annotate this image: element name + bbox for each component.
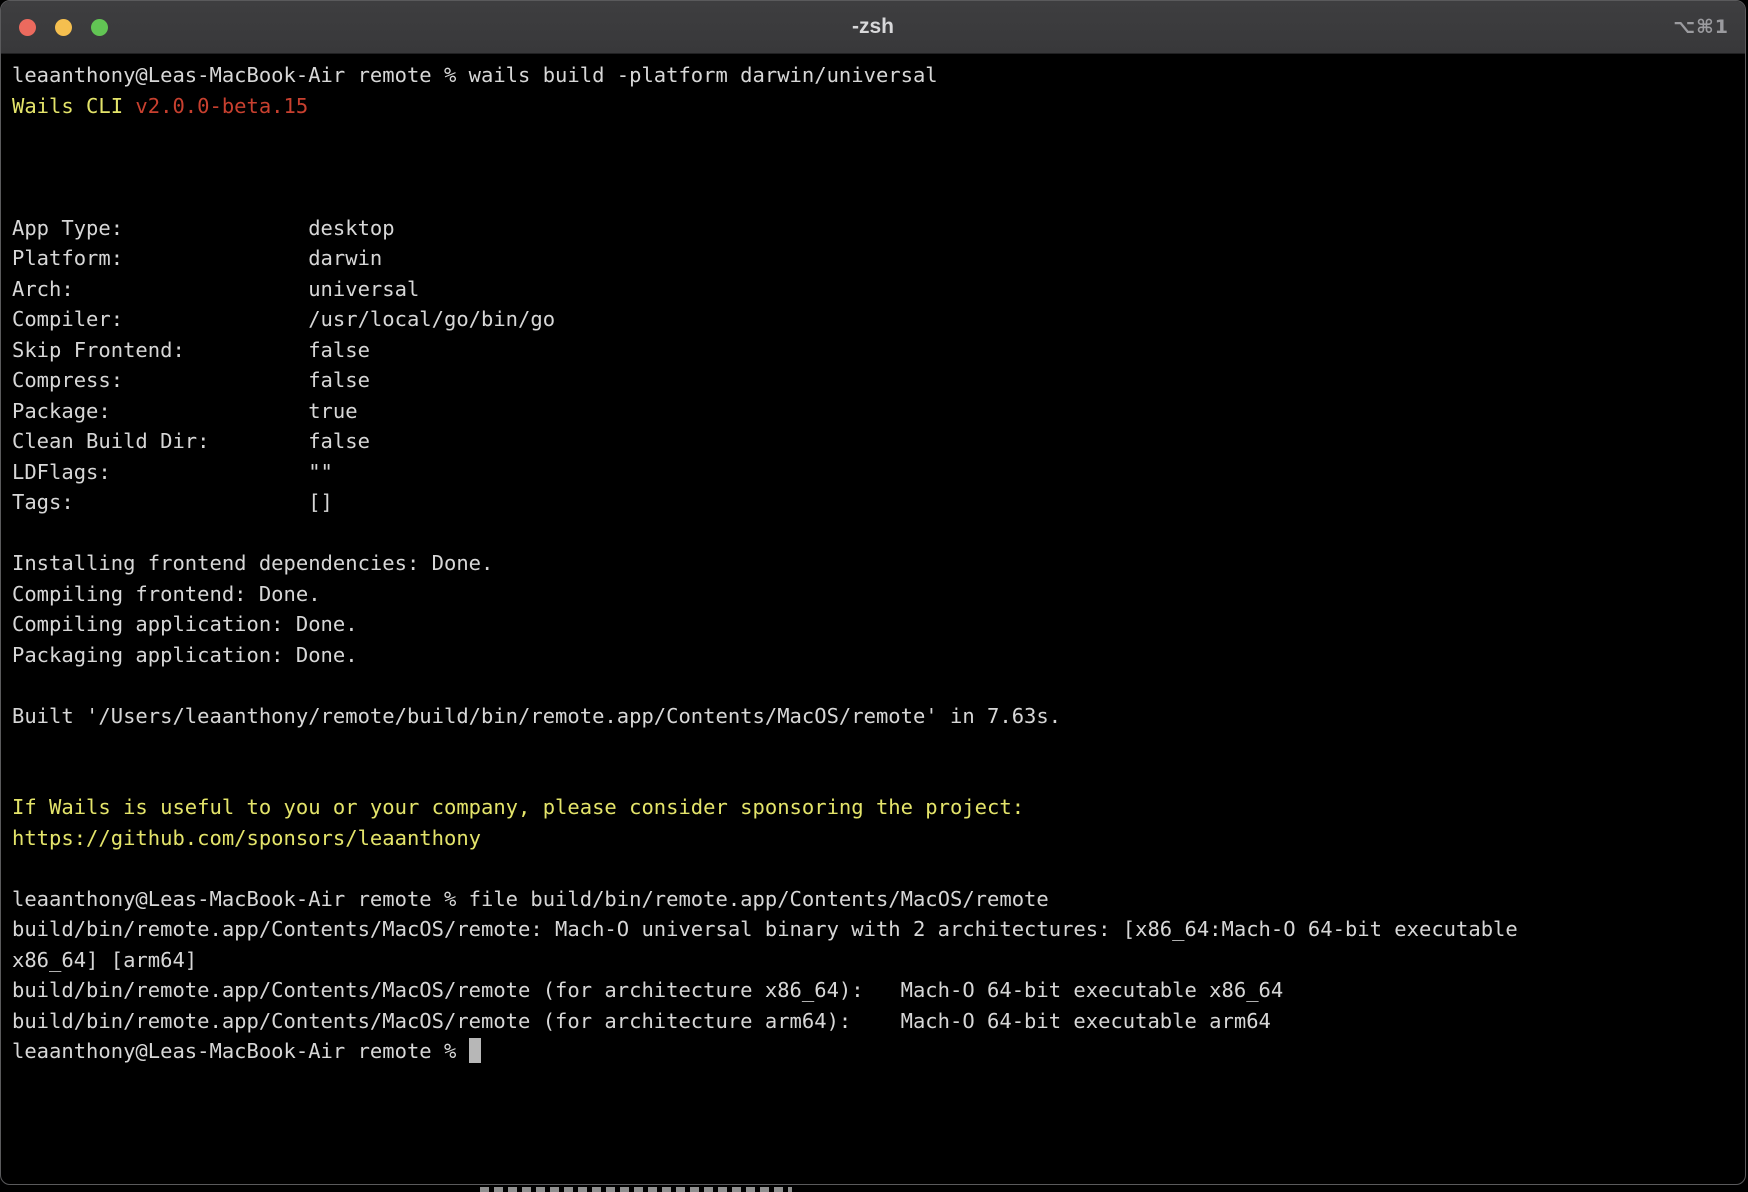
minimize-button[interactable]	[55, 19, 72, 36]
terminal-line: Installing frontend dependencies: Done.	[12, 548, 1745, 579]
zoom-button[interactable]	[91, 19, 108, 36]
terminal-text-segment: Tags: []	[12, 490, 333, 514]
terminal-line: https://github.com/sponsors/leaanthony	[12, 823, 1745, 854]
terminal-line: Compiling application: Done.	[12, 609, 1745, 640]
terminal-text-segment: Compiling application: Done.	[12, 612, 358, 636]
terminal-text-segment: Compiler: /usr/local/go/bin/go	[12, 307, 555, 331]
terminal-line: Tags: []	[12, 487, 1745, 518]
terminal-cursor	[469, 1038, 481, 1063]
terminal-window: -zsh ⌥⌘1 leaanthony@Leas-MacBook-Air rem…	[0, 0, 1746, 1185]
title-bar[interactable]: -zsh ⌥⌘1	[1, 1, 1745, 54]
terminal-text-segment: Packaging application: Done.	[12, 643, 358, 667]
terminal-line: x86_64] [arm64]	[12, 945, 1745, 976]
terminal-text-segment: build/bin/remote.app/Contents/MacOS/remo…	[12, 917, 1518, 941]
terminal-text-segment: v2.0.0-beta.15	[135, 94, 308, 118]
terminal-text-segment: build/bin/remote.app/Contents/MacOS/remo…	[12, 978, 1283, 1002]
terminal-text-segment: Compiling frontend: Done.	[12, 582, 321, 606]
terminal-line: leaanthony@Leas-MacBook-Air remote % wai…	[12, 60, 1745, 91]
terminal-line: If Wails is useful to you or your compan…	[12, 792, 1745, 823]
terminal-line: build/bin/remote.app/Contents/MacOS/remo…	[12, 914, 1745, 945]
terminal-text-segment: Skip Frontend: false	[12, 338, 370, 362]
terminal-text-segment: If Wails is useful to you or your compan…	[12, 795, 1024, 819]
window-title: -zsh	[1, 15, 1745, 39]
terminal-text-segment: Installing frontend dependencies: Done.	[12, 551, 493, 575]
background-window-sliver	[480, 1187, 792, 1192]
terminal-line: LDFlags: ""	[12, 457, 1745, 488]
terminal-text-segment: leaanthony@Leas-MacBook-Air remote % fil…	[12, 887, 1049, 911]
terminal-text-segment: build/bin/remote.app/Contents/MacOS/remo…	[12, 1009, 1271, 1033]
terminal-line: Packaging application: Done.	[12, 640, 1745, 671]
terminal-line: Skip Frontend: false	[12, 335, 1745, 366]
terminal-line: Compiling frontend: Done.	[12, 579, 1745, 610]
close-button[interactable]	[19, 19, 36, 36]
terminal-text-segment: Built '/Users/leaanthony/remote/build/bi…	[12, 704, 1061, 728]
terminal-text-segment: LDFlags: ""	[12, 460, 333, 484]
terminal-line: leaanthony@Leas-MacBook-Air remote % fil…	[12, 884, 1745, 915]
terminal-text-segment: Clean Build Dir: false	[12, 429, 370, 453]
terminal-line: Compress: false	[12, 365, 1745, 396]
terminal-line: leaanthony@Leas-MacBook-Air remote %	[12, 1036, 1745, 1067]
terminal-line	[12, 152, 1745, 183]
terminal-text-segment: Arch: universal	[12, 277, 419, 301]
terminal-line	[12, 670, 1745, 701]
terminal-line: Clean Build Dir: false	[12, 426, 1745, 457]
terminal-line	[12, 762, 1745, 793]
terminal-text-segment: Wails CLI	[12, 94, 135, 118]
terminal-line: App Type: desktop	[12, 213, 1745, 244]
terminal-line: build/bin/remote.app/Contents/MacOS/remo…	[12, 975, 1745, 1006]
terminal-text-segment: x86_64] [arm64]	[12, 948, 197, 972]
terminal-line	[12, 182, 1745, 213]
terminal-line	[12, 518, 1745, 549]
terminal-text-segment: App Type: desktop	[12, 216, 395, 240]
terminal-text-segment: leaanthony@Leas-MacBook-Air remote % wai…	[12, 63, 938, 87]
terminal-text-segment: Package: true	[12, 399, 358, 423]
tab-shortcut-label: ⌥⌘1	[1673, 1, 1729, 53]
terminal-line: build/bin/remote.app/Contents/MacOS/remo…	[12, 1006, 1745, 1037]
terminal-body[interactable]: leaanthony@Leas-MacBook-Air remote % wai…	[1, 54, 1745, 1067]
terminal-line	[12, 853, 1745, 884]
terminal-text-segment: Platform: darwin	[12, 246, 382, 270]
terminal-line: Package: true	[12, 396, 1745, 427]
terminal-line: Compiler: /usr/local/go/bin/go	[12, 304, 1745, 335]
terminal-line: Wails CLI v2.0.0-beta.15	[12, 91, 1745, 122]
terminal-line: Arch: universal	[12, 274, 1745, 305]
terminal-text-segment: Compress: false	[12, 368, 370, 392]
terminal-line: Platform: darwin	[12, 243, 1745, 274]
terminal-link[interactable]: https://github.com/sponsors/leaanthony	[12, 826, 481, 850]
terminal-line	[12, 121, 1745, 152]
terminal-line: Built '/Users/leaanthony/remote/build/bi…	[12, 701, 1745, 732]
traffic-lights	[19, 1, 108, 53]
terminal-line	[12, 731, 1745, 762]
terminal-text-segment: leaanthony@Leas-MacBook-Air remote %	[12, 1039, 469, 1063]
